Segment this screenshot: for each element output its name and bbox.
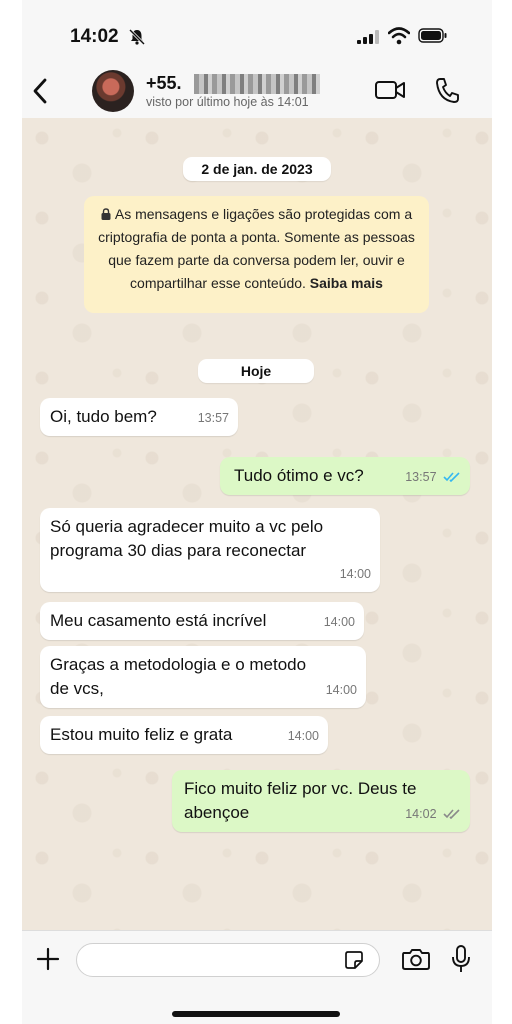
- status-bar: 14:02: [22, 0, 492, 64]
- video-call-icon[interactable]: [374, 78, 406, 102]
- message-bubble-incoming[interactable]: Graças a metodologia e o metodo de vcs, …: [40, 646, 366, 708]
- status-time: 14:02: [70, 26, 119, 47]
- encryption-notice[interactable]: As mensagens e ligações são protegidas c…: [84, 196, 429, 313]
- bell-muted-icon: [128, 28, 146, 46]
- message-bubble-incoming[interactable]: Meu casamento está incrível 14:00: [40, 602, 364, 640]
- read-ticks-icon: [443, 472, 460, 482]
- message-time: 14:00: [325, 683, 357, 697]
- lock-icon: [101, 208, 111, 220]
- message-bubble-outgoing[interactable]: Tudo ótimo e vc? 13:57: [220, 457, 470, 495]
- date-separator: 2 de jan. de 2023: [183, 157, 331, 181]
- microphone-icon[interactable]: [451, 944, 471, 974]
- message-text: Só queria agradecer muito a vc pelo prog…: [50, 517, 324, 560]
- message-time: 13:57: [405, 470, 437, 484]
- camera-icon[interactable]: [401, 947, 431, 971]
- wifi-icon: [388, 27, 410, 45]
- last-seen-status: visto por último hoje às 14:01: [146, 95, 309, 109]
- message-bubble-incoming[interactable]: Oi, tudo bem? 13:57: [40, 398, 238, 436]
- message-bubble-outgoing[interactable]: Fico muito feliz por vc. Deus te abençoe…: [172, 770, 470, 832]
- message-meta: 14:02: [405, 802, 461, 826]
- phone-icon[interactable]: [434, 76, 460, 104]
- message-text: Meu casamento está incrível: [50, 611, 267, 630]
- message-time: 14:00: [323, 615, 355, 629]
- sticker-icon[interactable]: [344, 950, 364, 970]
- message-time: 14:02: [405, 807, 437, 821]
- message-input[interactable]: [76, 943, 380, 977]
- message-input-bar: [22, 930, 492, 1024]
- message-text: Estou muito feliz e grata: [50, 725, 233, 744]
- message-meta: 13:57: [405, 465, 461, 489]
- message-time: 13:57: [197, 411, 229, 425]
- contact-name[interactable]: +55.: [146, 73, 182, 94]
- message-text: Fico muito feliz por vc. Deus te abençoe: [184, 779, 417, 822]
- message-text: Oi, tudo bem?: [50, 407, 157, 426]
- contact-avatar[interactable]: [92, 70, 134, 112]
- delivered-ticks-icon: [443, 809, 460, 819]
- back-arrow-icon[interactable]: [30, 76, 50, 106]
- battery-icon: [418, 28, 447, 43]
- plus-icon[interactable]: [36, 947, 60, 971]
- message-text: Tudo ótimo e vc?: [234, 466, 364, 485]
- signal-icon: [357, 30, 379, 44]
- today-separator: Hoje: [198, 359, 314, 383]
- redacted-number: [194, 74, 320, 94]
- message-bubble-incoming[interactable]: Estou muito feliz e grata 14:00: [40, 716, 328, 754]
- message-text: Graças a metodologia e o metodo de vcs,: [50, 655, 307, 698]
- message-bubble-incoming[interactable]: Só queria agradecer muito a vc pelo prog…: [40, 508, 380, 592]
- learn-more-link[interactable]: Saiba mais: [310, 275, 383, 291]
- chat-header: +55. visto por último hoje às 14:01: [22, 64, 492, 120]
- whatsapp-chat-screen: 14:02 +55. visto por último hoje às 14:0…: [22, 0, 492, 1024]
- home-indicator: [172, 1011, 340, 1017]
- message-time: 14:00: [339, 567, 371, 581]
- message-time: 14:00: [287, 729, 319, 743]
